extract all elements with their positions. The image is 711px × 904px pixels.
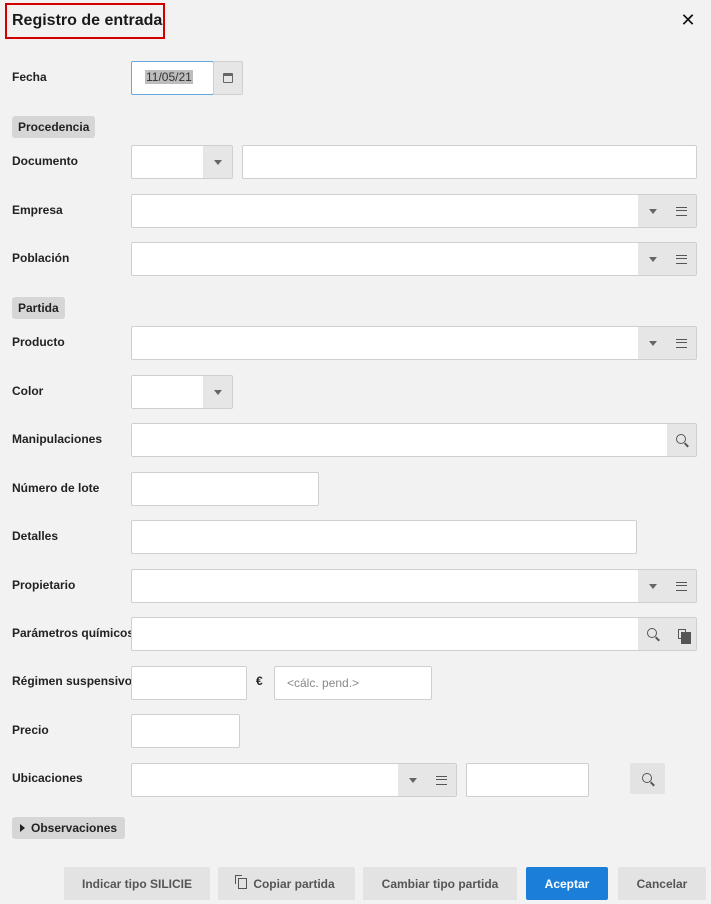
list-icon [436,775,447,785]
manipulaciones-search-button[interactable] [667,424,696,456]
numero-lote-input[interactable] [131,472,319,506]
ubicaciones-label: Ubicaciones [12,771,83,785]
observaciones-toggle[interactable]: Observaciones [12,817,126,839]
propietario-label: Propietario [12,578,76,592]
empresa-select[interactable] [131,194,697,228]
fecha-label: Fecha [12,70,47,84]
section-procedencia: Procedencia [12,116,96,138]
numero-lote-label: Número de lote [12,481,100,495]
dialog-title: Registro de entrada [5,3,165,39]
parametros-quimicos-input[interactable] [131,617,697,651]
poblacion-dropdown-button[interactable] [638,243,667,275]
regimen-suspensivo-label: Régimen suspensivo [12,674,133,688]
detalles-input[interactable] [131,520,637,554]
regimen-calc-field: <cálc. pend.> [274,666,432,700]
ubicaciones-dropdown-button[interactable] [398,764,427,796]
producto-list-button[interactable] [667,327,696,359]
chevron-down-icon [648,340,657,346]
list-icon [676,581,687,591]
documento-input[interactable] [242,145,697,179]
precio-label: Precio [12,723,49,737]
chevron-down-icon [213,159,222,165]
copiar-partida-label: Copiar partida [253,876,335,891]
aceptar-button[interactable]: Aceptar [526,867,608,900]
parametros-search-button[interactable] [638,618,667,650]
search-icon [641,772,652,783]
copy-icon [677,629,691,644]
calendar-button[interactable] [213,61,243,95]
regimen-suspensivo-input[interactable] [131,666,247,700]
calendar-icon [223,73,233,83]
close-button[interactable]: ✕ [679,10,697,30]
color-label: Color [12,384,44,398]
ubicaciones-quantity-input[interactable] [466,763,589,797]
fecha-value: 11/05/21 [145,70,193,84]
chevron-right-icon [20,824,25,832]
precio-input[interactable] [131,714,240,748]
propietario-dropdown-button[interactable] [638,570,667,602]
manipulaciones-input[interactable] [131,423,697,457]
empresa-list-button[interactable] [667,195,696,227]
color-dropdown-button[interactable] [203,376,232,408]
list-icon [676,254,687,264]
section-partida: Partida [12,297,65,319]
producto-dropdown-button[interactable] [638,327,667,359]
documento-type-select[interactable] [131,145,233,179]
producto-select[interactable] [131,326,697,360]
poblacion-list-button[interactable] [667,243,696,275]
fecha-input[interactable]: 11/05/21 [131,61,214,95]
observaciones-label: Observaciones [31,821,118,835]
cancelar-label: Cancelar [636,876,688,891]
documento-label: Documento [12,154,78,168]
list-icon [676,206,687,216]
regimen-calc-placeholder: <cálc. pend.> [287,676,360,690]
producto-label: Producto [12,335,65,349]
currency-symbol: € [256,674,263,688]
list-icon [676,338,687,348]
cancelar-button[interactable]: Cancelar [618,867,706,900]
aceptar-label: Aceptar [544,876,590,891]
parametros-quimicos-label: Parámetros químicos [12,626,135,640]
chevron-down-icon [648,256,657,262]
parametros-copy-button[interactable] [667,618,696,650]
manipulaciones-label: Manipulaciones [12,432,103,446]
detalles-label: Detalles [12,529,59,543]
ubicaciones-search-button[interactable] [630,763,665,794]
cambiar-tipo-label: Cambiar tipo partida [381,876,499,891]
color-select[interactable] [131,375,233,409]
documento-dropdown-button[interactable] [203,146,232,178]
indicar-tipo-silicie-button[interactable]: Indicar tipo SILICIE [64,867,210,900]
chevron-down-icon [648,583,657,589]
ubicaciones-list-button[interactable] [427,764,456,796]
chevron-down-icon [648,208,657,214]
copiar-partida-button[interactable]: Copiar partida [218,867,355,900]
copy-icon [235,875,248,889]
cambiar-tipo-partida-button[interactable]: Cambiar tipo partida [363,867,517,900]
empresa-label: Empresa [12,203,63,217]
empresa-dropdown-button[interactable] [638,195,667,227]
poblacion-label: Población [12,251,70,265]
search-icon [646,628,657,638]
chevron-down-icon [213,389,222,395]
propietario-list-button[interactable] [667,570,696,602]
poblacion-select[interactable] [131,242,697,276]
ubicaciones-select[interactable] [131,763,457,797]
search-icon [675,434,686,444]
chevron-down-icon [408,777,417,783]
indicar-tipo-label: Indicar tipo SILICIE [81,876,192,891]
propietario-select[interactable] [131,569,697,603]
